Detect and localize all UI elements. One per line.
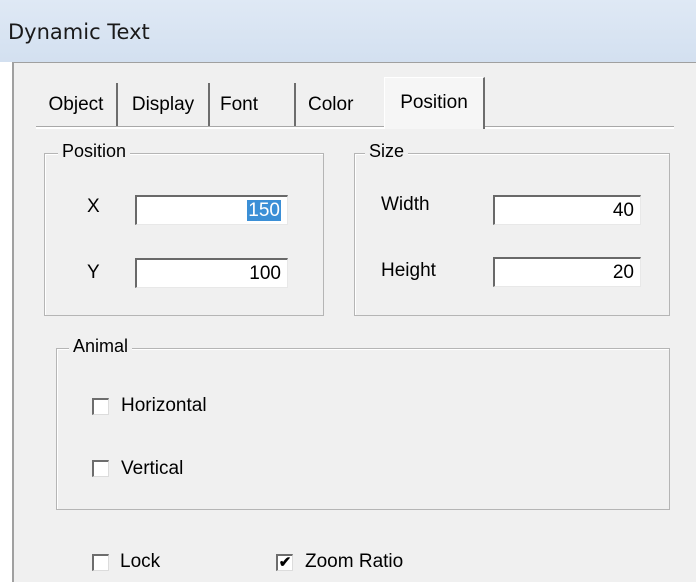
animal-group: Animal Horizontal Vertical <box>56 336 670 510</box>
x-label: X <box>87 196 100 217</box>
tab-color[interactable]: Color <box>296 83 366 127</box>
x-value-selection: 150 <box>247 200 281 221</box>
title-bar: Dynamic Text <box>0 0 696 62</box>
size-group: Size Width 40 Height 20 <box>354 141 670 316</box>
position-group-legend: Position <box>58 141 131 162</box>
position-group: Position X 150 Y 100 <box>44 141 324 316</box>
lock-label[interactable]: Lock <box>120 551 160 573</box>
tab-panel-edge <box>36 127 674 129</box>
x-field[interactable]: 150 <box>135 195 288 225</box>
y-field[interactable]: 100 <box>135 258 288 288</box>
y-label: Y <box>87 262 100 283</box>
dialog-body: Object Display Font Color Position Posit… <box>12 62 696 582</box>
tab-font[interactable]: Font <box>210 83 296 127</box>
tab-object[interactable]: Object <box>36 83 118 127</box>
vertical-label[interactable]: Vertical <box>121 458 183 480</box>
size-group-legend: Size <box>365 141 409 162</box>
zoom-ratio-checkbox[interactable]: ✔ <box>276 554 293 571</box>
width-field[interactable]: 40 <box>493 195 641 225</box>
horizontal-checkbox[interactable] <box>92 398 109 415</box>
animal-group-legend: Animal <box>69 336 133 357</box>
vertical-checkbox[interactable] <box>92 460 109 477</box>
height-field[interactable]: 20 <box>493 257 641 287</box>
tab-position[interactable]: Position <box>384 77 485 129</box>
zoom-ratio-label[interactable]: Zoom Ratio <box>305 551 403 573</box>
horizontal-label[interactable]: Horizontal <box>121 395 207 417</box>
lock-checkbox[interactable] <box>92 554 109 571</box>
window-title: Dynamic Text <box>8 20 150 44</box>
width-label: Width <box>381 194 430 215</box>
tab-display[interactable]: Display <box>118 83 210 127</box>
height-label: Height <box>381 260 436 281</box>
